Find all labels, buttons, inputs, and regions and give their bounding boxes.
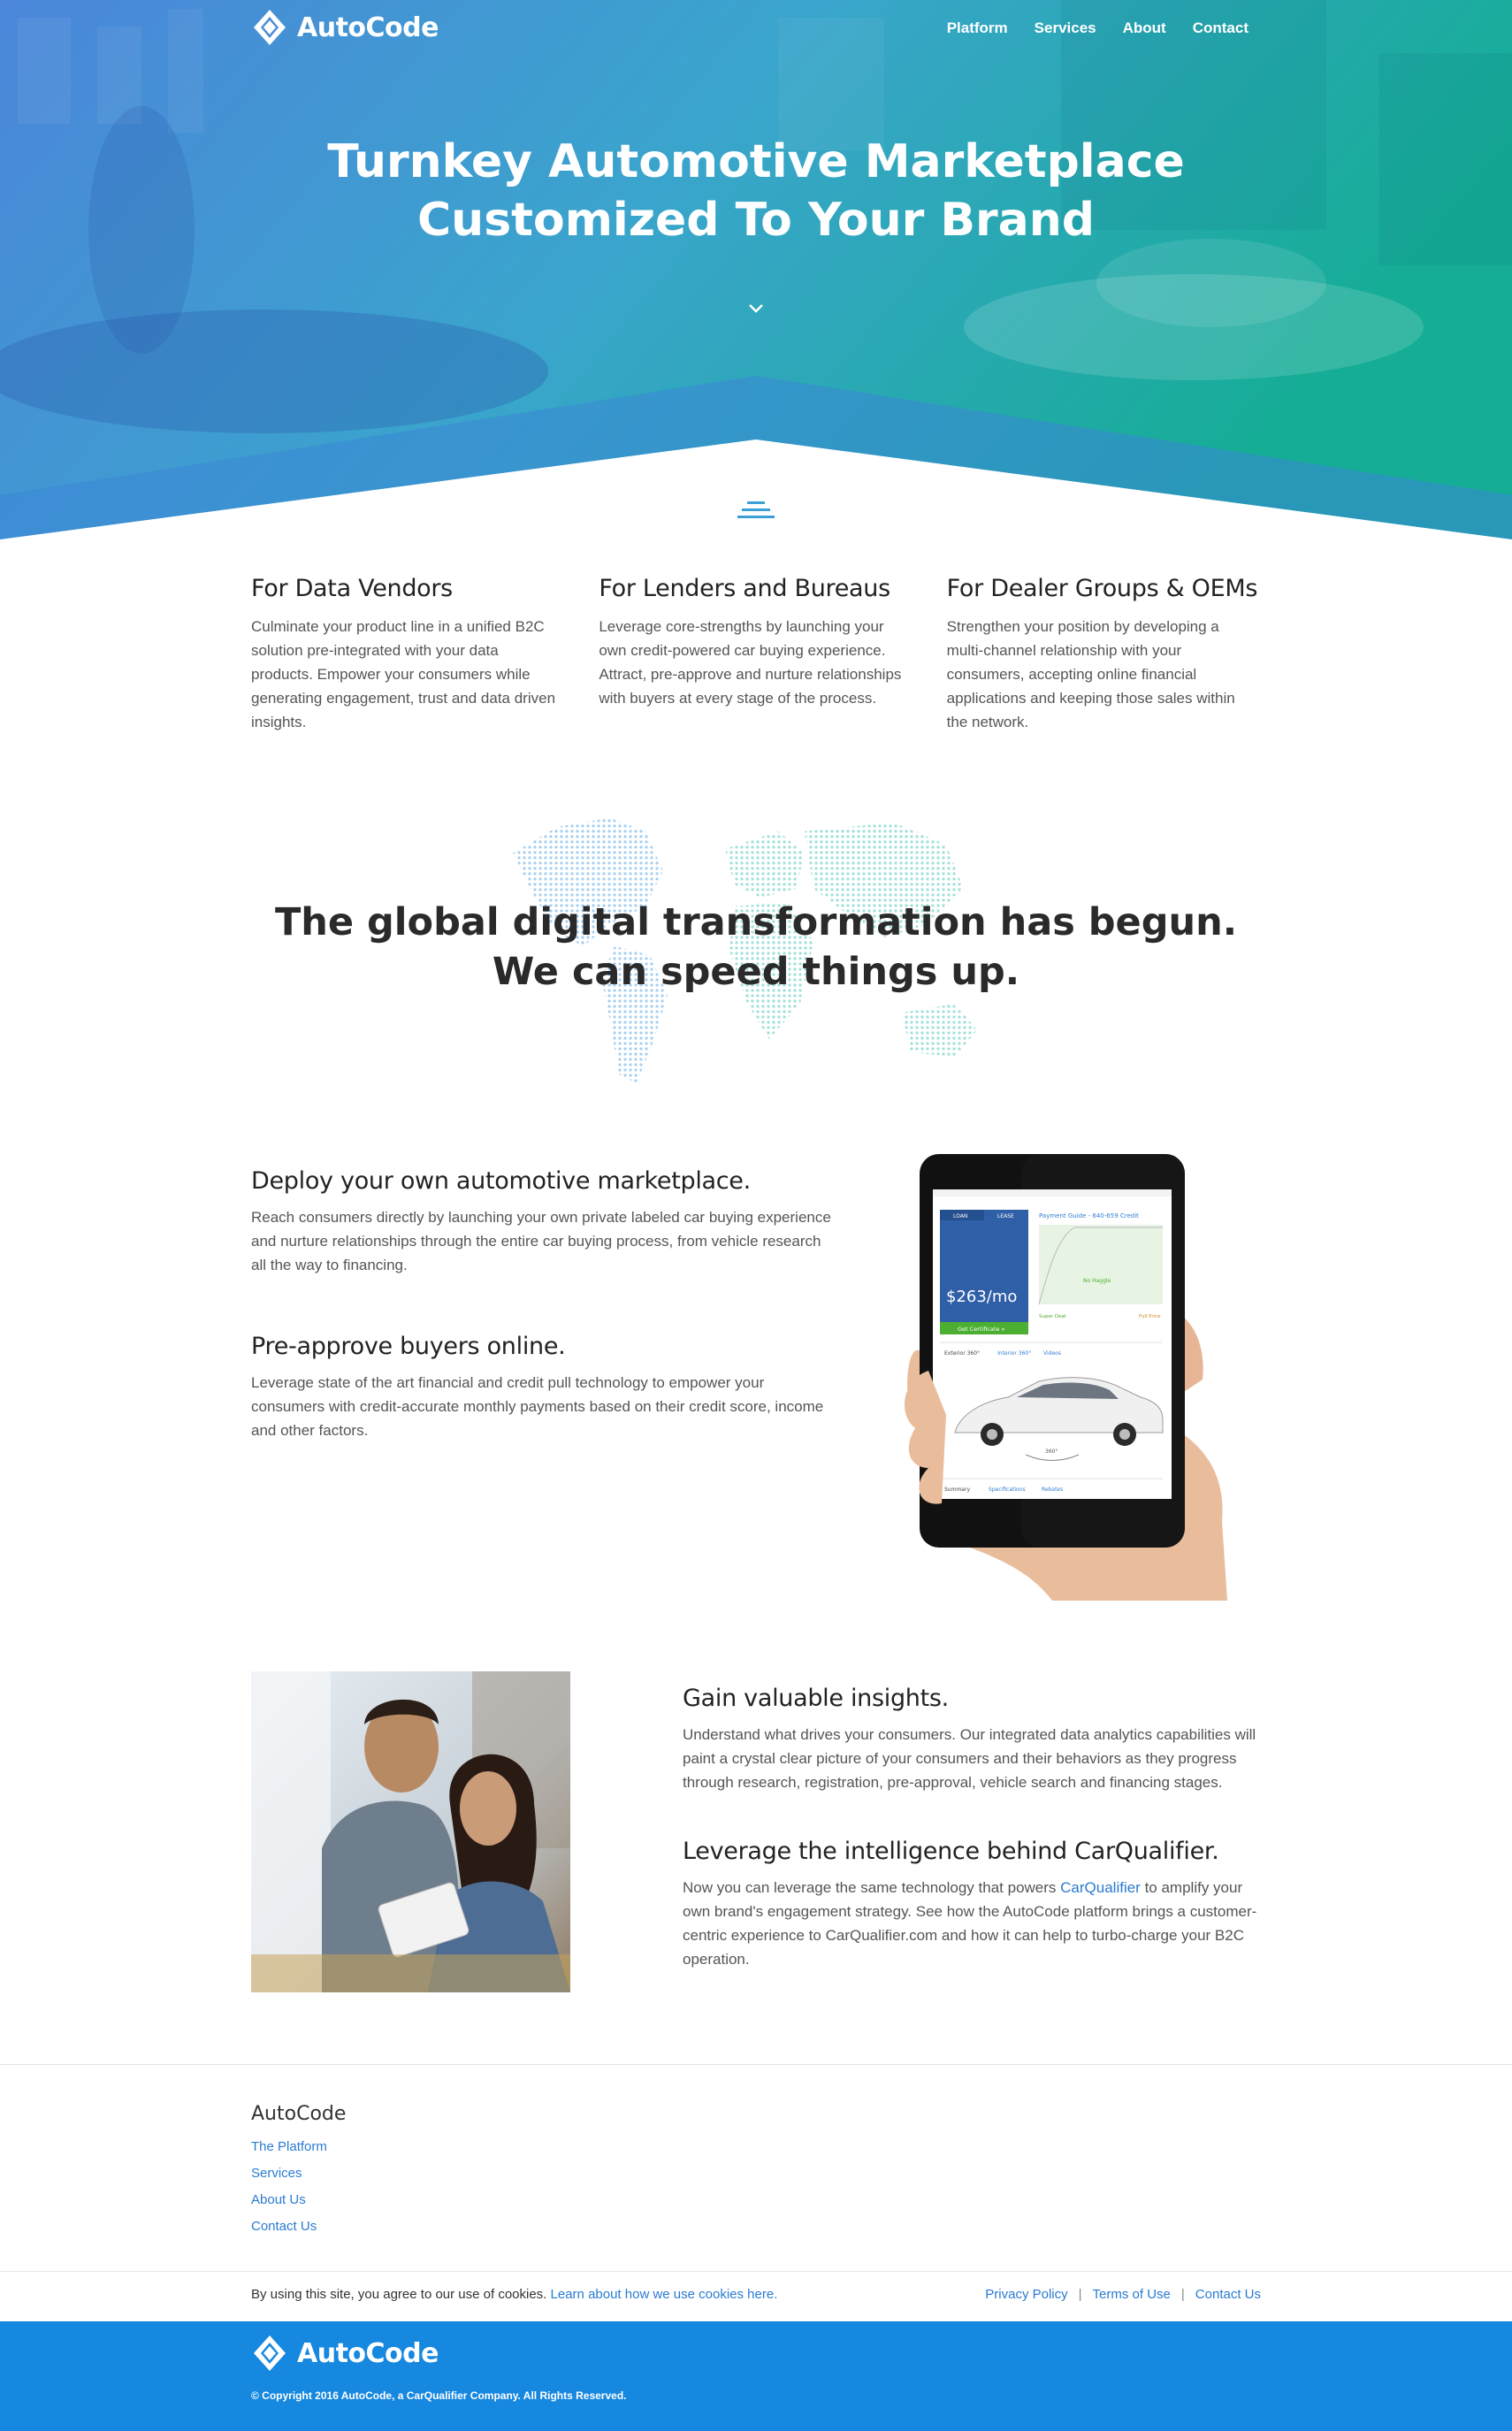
column-title: For Data Vendors <box>251 575 453 602</box>
footer-link-contact[interactable]: Contact Us <box>251 2218 327 2235</box>
autocode-logo-icon <box>254 10 286 45</box>
column-title: For Dealer Groups & OEMs <box>946 575 1258 602</box>
hero-title-line1: Turnkey Automotive Marketplace <box>327 135 1185 188</box>
tablet-tab-lease: LEASE <box>997 1213 1014 1219</box>
brand-name: AutoCode <box>297 11 439 43</box>
feature-text-before: Now you can leverage the same technology… <box>683 1879 1061 1896</box>
section-divider-icon <box>737 501 775 518</box>
audience-columns: For Data Vendors Culminate your product … <box>251 575 1259 734</box>
feature-text: Reach consumers directly by launching yo… <box>251 1209 831 1273</box>
cookie-notice: By using this site, you agree to our use… <box>251 2287 777 2302</box>
tablet-tab-videos: Videos <box>1043 1350 1061 1357</box>
hero-title-line2: Customized To Your Brand <box>417 194 1095 247</box>
feature-title: Gain valuable insights. <box>683 1685 949 1712</box>
nav-services-link[interactable]: Services <box>1035 19 1096 37</box>
footer-divider <box>0 2064 1512 2065</box>
couple-with-tablet-photo <box>251 1671 570 1992</box>
column-text: Culminate your product line in a unified… <box>251 618 556 730</box>
footer-brand-name: AutoCode <box>297 2337 439 2369</box>
footer-brand: AutoCode <box>251 2103 347 2125</box>
feature-title: Leverage the intelligence behind CarQual… <box>683 1838 1219 1865</box>
tablet-full-price: Full Price <box>1139 1314 1161 1319</box>
footer-link-about[interactable]: About Us <box>251 2191 327 2208</box>
legal-separator: | <box>1078 2287 1082 2302</box>
chevron-down-icon[interactable] <box>745 299 767 317</box>
tablet-summary: Summary <box>944 1487 970 1493</box>
column-data-vendors: For Data Vendors Culminate your product … <box>251 575 563 734</box>
tablet-tab-exterior: Exterior 360° <box>944 1350 980 1357</box>
tablet-specs: Specifications <box>989 1487 1026 1493</box>
privacy-policy-link[interactable]: Privacy Policy <box>985 2287 1067 2302</box>
tablet-super-deal: Super Deal <box>1039 1314 1066 1319</box>
legal-separator: | <box>1180 2287 1185 2302</box>
cookie-divider <box>0 2271 1512 2272</box>
hero-title: Turnkey Automotive Marketplace Customize… <box>0 133 1512 249</box>
feature-text: Leverage state of the art financial and … <box>251 1374 824 1439</box>
column-text: Leverage core-strengths by launching you… <box>599 618 902 707</box>
hero-angled-divider <box>0 376 1512 539</box>
tablet-no-haggle: No Haggle <box>1083 1278 1111 1284</box>
footer-link-services[interactable]: Services <box>251 2165 327 2182</box>
tablet-tab-interior: Interior 360° <box>997 1350 1031 1357</box>
copyright-text: © Copyright 2016 AutoCode, a CarQualifie… <box>251 2389 627 2402</box>
legal-contact-link[interactable]: Contact Us <box>1195 2287 1261 2302</box>
nav-contact-link[interactable]: Contact <box>1193 19 1249 37</box>
nav-about-link[interactable]: About <box>1123 19 1166 37</box>
cookie-learn-more-link[interactable]: Learn about how we use cookies here. <box>551 2287 778 2302</box>
carqualifier-link[interactable]: CarQualifier <box>1060 1879 1141 1896</box>
tablet-360: 360° <box>1045 1449 1058 1455</box>
tablet-tab-loan: LOAN <box>953 1213 967 1219</box>
column-text: Strengthen your position by developing a… <box>946 618 1235 730</box>
global-line1: The global digital transformation has be… <box>274 900 1238 944</box>
legal-links: Privacy Policy | Terms of Use | Contact … <box>985 2287 1261 2302</box>
tablet-in-hand-image: LOAN LEASE $263/mo Get Certificate » Pay… <box>905 1154 1227 1601</box>
feature-title: Pre-approve buyers online. <box>251 1333 566 1360</box>
footer-logo[interactable]: AutoCode <box>251 2335 439 2372</box>
tablet-price: $263/mo <box>946 1288 1017 1306</box>
global-transformation-heading: The global digital transformation has be… <box>0 898 1512 997</box>
terms-of-use-link[interactable]: Terms of Use <box>1093 2287 1171 2302</box>
autocode-logo-icon <box>254 2335 286 2371</box>
nav-links: Platform Services About Contact <box>947 19 1249 37</box>
footer-links: The Platform Services About Us Contact U… <box>251 2138 327 2235</box>
bottom-brand-bar <box>0 2321 1512 2431</box>
feature-text: Understand what drives your consumers. O… <box>683 1726 1256 1791</box>
top-nav: AutoCode Platform Services About Contact <box>251 0 1249 57</box>
tablet-payment-guide: Payment Guide - 640-659 Credit <box>1039 1212 1139 1219</box>
column-title: For Lenders and Bureaus <box>599 575 890 602</box>
feature-leverage: Leverage the intelligence behind CarQual… <box>683 1838 1266 1971</box>
feature-preapprove: Pre-approve buyers online. Leverage stat… <box>251 1333 835 1442</box>
feature-deploy: Deploy your own automotive marketplace. … <box>251 1167 835 1277</box>
footer-link-platform[interactable]: The Platform <box>251 2138 327 2155</box>
brand-logo[interactable]: AutoCode <box>251 9 439 46</box>
tablet-rebates: Rebates <box>1042 1487 1063 1493</box>
column-lenders: For Lenders and Bureaus Leverage core-st… <box>599 575 911 734</box>
feature-title: Deploy your own automotive marketplace. <box>251 1167 751 1195</box>
column-dealer-groups: For Dealer Groups & OEMs Strengthen your… <box>947 575 1259 734</box>
tablet-cta: Get Certificate » <box>958 1326 1004 1333</box>
nav-platform-link[interactable]: Platform <box>947 19 1008 37</box>
global-line2: We can speed things up. <box>492 950 1020 994</box>
cookie-text: By using this site, you agree to our use… <box>251 2287 551 2302</box>
hero-section: AutoCode Platform Services About Contact… <box>0 0 1512 539</box>
feature-insights: Gain valuable insights. Understand what … <box>683 1685 1266 1794</box>
feature-text: Now you can leverage the same technology… <box>683 1876 1266 1971</box>
